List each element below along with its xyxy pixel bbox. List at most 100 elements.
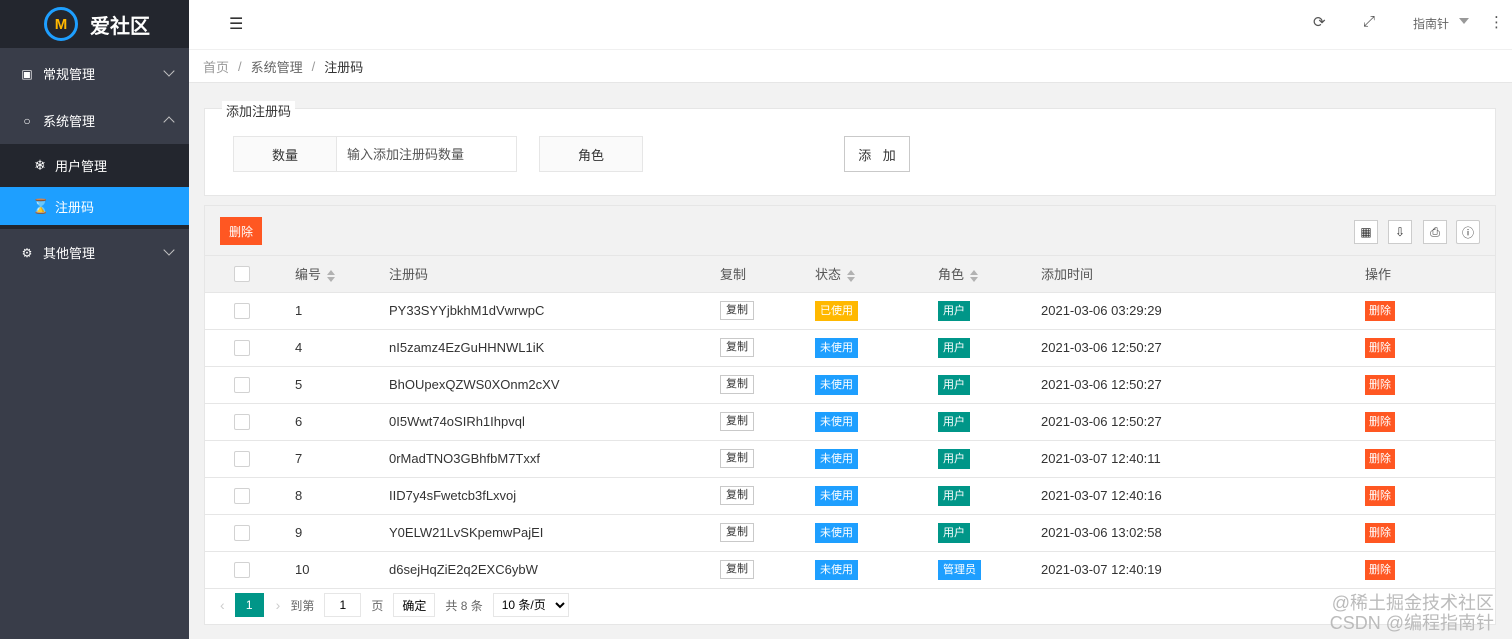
sidebar-item-system[interactable]: ○ 系统管理 xyxy=(0,97,189,144)
row-select-cell[interactable] xyxy=(205,477,295,515)
status-badge: 未使用 xyxy=(815,559,858,580)
breadcrumb-system[interactable]: 系统管理 xyxy=(251,57,303,76)
table-row: 1 PY33SYYjbkhM1dVwrwpC 复制 已使用 用户 2021-03-06 0… xyxy=(205,292,1495,330)
goto-suffix: 页 xyxy=(371,598,384,613)
row-code: Y0ELW21LvSKpemwPajEI xyxy=(389,514,720,552)
table-row: 7 0rMadTNO3GBhfbM7Txxf 复制 未使用 用户 2021-03-07 1… xyxy=(205,440,1495,478)
caret-down-icon[interactable] xyxy=(1459,18,1469,24)
sidebar-item-general[interactable]: ▣ 常规管理 xyxy=(0,50,189,97)
sidebar-item-registration-code[interactable]: ⌛ 注册码 xyxy=(0,187,189,225)
row-copy-cell: 复制 xyxy=(720,477,815,515)
row-delete-button[interactable]: 删除 xyxy=(1365,485,1395,506)
fullscreen-icon[interactable]: ⤢ xyxy=(1363,13,1375,30)
row-code: 0I5Wwt74oSIRh1Ihpvql xyxy=(389,403,720,441)
export-icon[interactable]: ⇩ xyxy=(1388,220,1412,244)
logo-text: 爱社区 xyxy=(90,15,150,38)
page-size-select[interactable]: 10 条/页 xyxy=(492,593,569,617)
row-delete-button[interactable]: 删除 xyxy=(1365,448,1395,469)
user-name[interactable]: 指南针 xyxy=(1413,15,1449,32)
row-checkbox[interactable] xyxy=(234,413,250,430)
row-delete-button[interactable]: 删除 xyxy=(1365,374,1395,395)
sort-icon[interactable] xyxy=(327,269,336,282)
batch-delete-button[interactable]: 删除 xyxy=(220,217,262,245)
top-header: ☰ ⟳ ⤢ 指南针 ⋮ xyxy=(189,0,1512,50)
logo[interactable]: M 爱社区 xyxy=(0,0,189,48)
header-select-all[interactable] xyxy=(205,256,295,293)
copy-button[interactable]: 复制 xyxy=(720,486,754,505)
row-select-cell[interactable] xyxy=(205,292,295,330)
id-card-icon: ▣ xyxy=(21,66,33,81)
row-checkbox[interactable] xyxy=(234,487,250,504)
row-role-cell: 用户 xyxy=(938,477,1041,515)
row-checkbox[interactable] xyxy=(234,339,250,356)
menu-toggle-icon[interactable]: ☰ xyxy=(229,14,243,34)
select-all-checkbox[interactable] xyxy=(234,266,250,283)
row-status-cell: 未使用 xyxy=(815,440,938,478)
status-badge: 未使用 xyxy=(815,337,858,358)
row-copy-cell: 复制 xyxy=(720,403,815,441)
table-row: 5 BhOUpexQZWS0XOnm2cXV 复制 未使用 用户 2021-03-06 1… xyxy=(205,366,1495,404)
add-button[interactable]: 添 加 xyxy=(844,136,910,172)
copy-button[interactable]: 复制 xyxy=(720,412,754,431)
row-delete-button[interactable]: 删除 xyxy=(1365,411,1395,432)
goto-confirm-button[interactable]: 确定 xyxy=(393,593,436,617)
sidebar-item-other[interactable]: ⚙ 其他管理 xyxy=(0,229,189,276)
row-select-cell[interactable] xyxy=(205,366,295,404)
row-code: PY33SYYjbkhM1dVwrwpC xyxy=(389,292,720,330)
chevron-down-icon xyxy=(163,65,175,77)
header-time: 添加时间 xyxy=(1041,256,1365,293)
print-icon[interactable]: ⎙ xyxy=(1423,220,1447,244)
more-vertical-icon[interactable]: ⋮ xyxy=(1489,13,1504,31)
circle-icon: ○ xyxy=(23,113,31,128)
info-icon[interactable]: ⓘ xyxy=(1456,220,1480,244)
header-id[interactable]: 编号 xyxy=(295,256,389,293)
row-delete-button[interactable]: 删除 xyxy=(1365,300,1395,321)
logo-mark-icon: M xyxy=(44,7,78,41)
copy-button[interactable]: 复制 xyxy=(720,449,754,468)
row-select-cell[interactable] xyxy=(205,329,295,367)
row-checkbox[interactable] xyxy=(234,524,250,541)
watermark-line: CSDN @编程指南针 xyxy=(1329,613,1494,633)
copy-button[interactable]: 复制 xyxy=(720,375,754,394)
copy-button[interactable]: 复制 xyxy=(720,301,754,320)
role-badge: 用户 xyxy=(938,485,970,506)
header-status[interactable]: 状态 xyxy=(815,256,938,293)
header-role[interactable]: 角色 xyxy=(938,256,1041,293)
row-select-cell[interactable] xyxy=(205,514,295,552)
row-role-cell: 用户 xyxy=(938,440,1041,478)
row-checkbox[interactable] xyxy=(234,302,250,319)
next-page-icon[interactable]: › xyxy=(276,597,281,613)
row-select-cell[interactable] xyxy=(205,440,295,478)
row-delete-button[interactable]: 删除 xyxy=(1365,337,1395,358)
row-delete-button[interactable]: 删除 xyxy=(1365,559,1395,580)
quantity-label: 数量 xyxy=(233,136,337,172)
row-id: 8 xyxy=(295,477,389,515)
header-label: 编号 xyxy=(295,267,322,283)
sidebar-item-user-management[interactable]: ❄ 用户管理 xyxy=(0,144,189,187)
breadcrumb-home[interactable]: 首页 xyxy=(203,57,229,76)
goto-page-input[interactable] xyxy=(324,593,362,617)
row-select-cell[interactable] xyxy=(205,551,295,589)
refresh-icon[interactable]: ⟳ xyxy=(1313,13,1326,31)
row-checkbox[interactable] xyxy=(234,376,250,393)
watermark: @稀土掘金技术社区 CSDN @编程指南针 xyxy=(1330,593,1494,633)
sort-icon[interactable] xyxy=(970,269,979,282)
quantity-input[interactable] xyxy=(337,136,517,172)
current-page[interactable]: 1 xyxy=(234,593,264,617)
copy-button[interactable]: 复制 xyxy=(720,523,754,542)
row-delete-button[interactable]: 删除 xyxy=(1365,522,1395,543)
header-label: 操作 xyxy=(1365,267,1392,283)
copy-button[interactable]: 复制 xyxy=(720,560,754,579)
prev-page-icon[interactable]: ‹ xyxy=(220,597,225,613)
sort-icon[interactable] xyxy=(847,269,856,282)
sidebar-item-label: 其他管理 xyxy=(43,246,96,261)
row-checkbox[interactable] xyxy=(234,450,250,467)
copy-button[interactable]: 复制 xyxy=(720,338,754,357)
row-id: 9 xyxy=(295,514,389,552)
row-checkbox[interactable] xyxy=(234,561,250,578)
table-row: 9 Y0ELW21LvSKpemwPajEI 复制 未使用 用户 2021-03-06 1… xyxy=(205,514,1495,552)
pagination: ‹ 1 › 到第 页 确定 共 8 条 10 条/页 xyxy=(205,586,1495,624)
row-role-cell: 用户 xyxy=(938,403,1041,441)
row-select-cell[interactable] xyxy=(205,403,295,441)
columns-filter-icon[interactable]: ▦ xyxy=(1354,220,1378,244)
